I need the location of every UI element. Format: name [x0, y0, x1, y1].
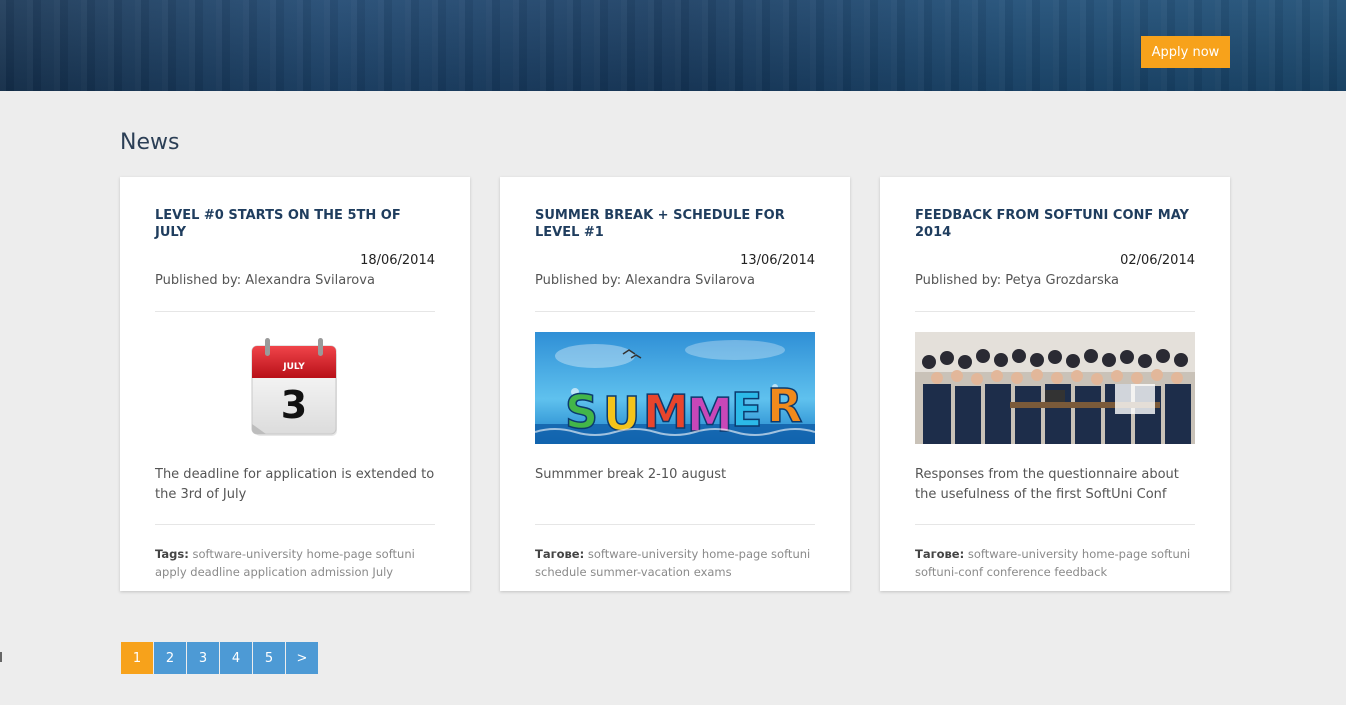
news-tags: Тагове: software-university home-page so…	[535, 545, 815, 581]
svg-text:E: E	[731, 383, 762, 437]
tags-list[interactable]: software-university home-page softuni ap…	[155, 547, 415, 579]
news-card: Feedback from SoftUni Conf May 2014 02/0…	[880, 177, 1230, 591]
news-image[interactable]: JULY 3	[155, 332, 435, 444]
divider	[915, 311, 1195, 312]
divider	[155, 311, 435, 312]
page-4-button[interactable]: 4	[220, 642, 252, 674]
page-1-button[interactable]: 1	[121, 642, 153, 674]
news-date: 18/06/2014	[360, 253, 435, 268]
news-date: 13/06/2014	[740, 253, 815, 268]
next-page-button[interactable]: >	[286, 642, 318, 674]
svg-text:M: M	[687, 388, 733, 442]
news-description: Responses from the questionnaire about t…	[915, 467, 1179, 502]
tags-label: Тагове:	[535, 547, 585, 561]
news-author: Published by: Alexandra Svilarova	[155, 273, 375, 288]
news-author: Published by: Petya Grozdarska	[915, 273, 1120, 288]
divider	[155, 524, 435, 525]
news-title-link[interactable]: Summer Break + Schedule for Level #1	[535, 207, 815, 241]
tags-label: Тагове:	[915, 547, 965, 561]
news-tags: Тагове: software-university home-page so…	[915, 545, 1195, 581]
page-5-button[interactable]: 5	[253, 642, 285, 674]
conference-photo	[915, 332, 1195, 444]
page-2-button[interactable]: 2	[154, 642, 186, 674]
news-description: The deadline for application is extended…	[155, 467, 435, 502]
calendar-month: JULY	[282, 362, 305, 372]
divider	[535, 524, 815, 525]
divider	[535, 311, 815, 312]
news-tags: Tags: software-university home-page soft…	[155, 545, 435, 581]
news-image[interactable]: S U M M E R	[535, 332, 815, 444]
news-description: Summmer break 2-10 august	[535, 467, 727, 482]
news-card: Level #0 starts on the 5th of July 18/06…	[120, 177, 470, 591]
news-author: Published by: Alexandra Svilarova	[535, 273, 755, 288]
news-date: 02/06/2014	[1120, 253, 1195, 268]
news-image[interactable]	[915, 332, 1195, 444]
apply-now-button[interactable]: Apply now	[1141, 36, 1230, 68]
section-title: News	[120, 130, 180, 155]
calendar-icon: JULY 3	[251, 338, 337, 436]
pagination: 1 2 3 4 5 >	[121, 642, 319, 674]
divider	[915, 524, 1195, 525]
svg-text:R: R	[767, 379, 802, 433]
calendar-day: 3	[281, 383, 307, 427]
page-3-button[interactable]: 3	[187, 642, 219, 674]
news-card: Summer Break + Schedule for Level #1 13/…	[500, 177, 850, 591]
summer-banner-image: S U M M E R	[535, 332, 815, 444]
tags-label: Tags:	[155, 547, 189, 561]
news-title-link[interactable]: Feedback from SoftUni Conf May 2014	[915, 207, 1195, 241]
news-title-link[interactable]: Level #0 starts on the 5th of July	[155, 207, 435, 241]
edge-mark	[0, 652, 2, 662]
